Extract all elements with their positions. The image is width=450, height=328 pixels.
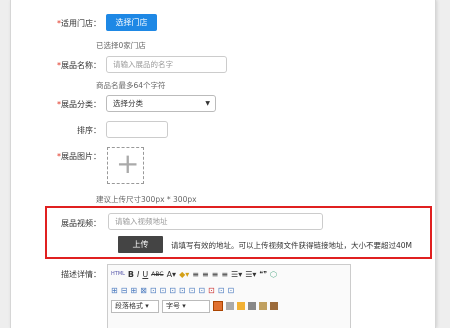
image-hint: 建议上传尺寸300px * 300px [96,195,197,204]
numbered-list-icon[interactable]: ☰▾ [245,270,256,279]
align-right-icon[interactable]: ≡ [212,270,219,279]
store-label: *适用门店： [57,19,101,28]
line-spacing-icon[interactable] [248,302,256,310]
delete-row-icon[interactable]: ⊡ [150,286,157,295]
strikethrough-icon[interactable]: ABC [151,271,163,278]
highlight-icon[interactable]: ◆▾ [179,270,189,279]
table-icon[interactable]: ⊞ [111,286,118,295]
chevron-down-icon: ▼ [205,100,210,107]
store-hint: 已选择0家门店 [96,41,146,50]
sort-label: 排序： [77,126,101,135]
insert-col-right-icon[interactable]: ⊡ [169,286,176,295]
name-hint: 商品名最多64个字符 [96,81,166,90]
category-select[interactable]: 选择分类 ▼ [106,95,216,112]
video-section-highlight [45,206,432,259]
format-painter-icon[interactable] [259,302,267,310]
insert-row-above-icon[interactable]: ⊞ [130,286,137,295]
bullet-list-icon[interactable]: ☰▾ [231,270,242,279]
font-size-select[interactable]: 字号 ▾ [162,299,210,313]
html-source-icon[interactable]: HTML [111,271,125,277]
emoji-icon[interactable] [237,302,245,310]
pin-icon[interactable]: ⊡ [208,286,215,295]
name-label: *展品名称： [57,61,101,70]
editor-toolbar-row-2: ⊞ ⊟ ⊞ ⊠ ⊡ ⊡ ⊡ ⊡ ⊡ ⊡ ⊡ ⊡ ⊡ [111,283,234,297]
category-selected: 选择分类 [113,99,143,108]
align-justify-icon[interactable]: ≡ [221,270,228,279]
image-insert-icon[interactable] [213,301,223,311]
rich-text-editor[interactable]: HTML B I U ABC A▾ ◆▾ ≡ ≡ ≡ ≡ ☰▾ ☰▾ ❝❞ ⬡ … [107,264,351,328]
delete-col-icon[interactable]: ⊡ [179,286,186,295]
category-label: *展品分类： [57,100,101,109]
editor-toolbar-row-3: 段落格式 ▾ 字号 ▾ [111,299,278,313]
split-cells-icon[interactable]: ⊡ [198,286,205,295]
table-properties-icon[interactable]: ⊡ [218,286,225,295]
form-panel: *适用门店： 选择门店 已选择0家门店 *展品名称： 请输入展品的名字 商品名最… [10,0,436,328]
align-left-icon[interactable]: ≡ [192,270,199,279]
video-insert-icon[interactable] [226,302,234,310]
underline-icon[interactable]: U [142,270,148,279]
code-icon[interactable]: ⬡ [270,270,277,279]
image-label: *展品图片： [57,152,101,161]
paragraph-format-select[interactable]: 段落格式 ▾ [111,299,159,313]
align-center-icon[interactable]: ≡ [202,270,209,279]
quote-icon[interactable]: ❝❞ [259,270,267,278]
editor-toolbar-row-1: HTML B I U ABC A▾ ◆▾ ≡ ≡ ≡ ≡ ☰▾ ☰▾ ❝❞ ⬡ [111,267,277,281]
plus-icon: + [116,147,140,180]
insert-row-below-icon[interactable]: ⊠ [140,286,147,295]
brush-icon[interactable] [270,302,278,310]
cell-properties-icon[interactable]: ⊡ [227,286,234,295]
name-input[interactable]: 请输入展品的名字 [106,56,227,73]
bold-icon[interactable]: B [128,270,134,279]
italic-icon[interactable]: I [137,270,139,279]
image-upload-box[interactable]: + [107,147,144,184]
font-color-icon[interactable]: A▾ [167,270,177,279]
detail-label: 描述详情： [61,270,101,279]
table-delete-icon[interactable]: ⊟ [121,286,128,295]
select-store-button[interactable]: 选择门店 [106,14,157,31]
sort-input[interactable] [106,121,168,138]
insert-col-left-icon[interactable]: ⊡ [160,286,167,295]
merge-cells-icon[interactable]: ⊡ [189,286,196,295]
